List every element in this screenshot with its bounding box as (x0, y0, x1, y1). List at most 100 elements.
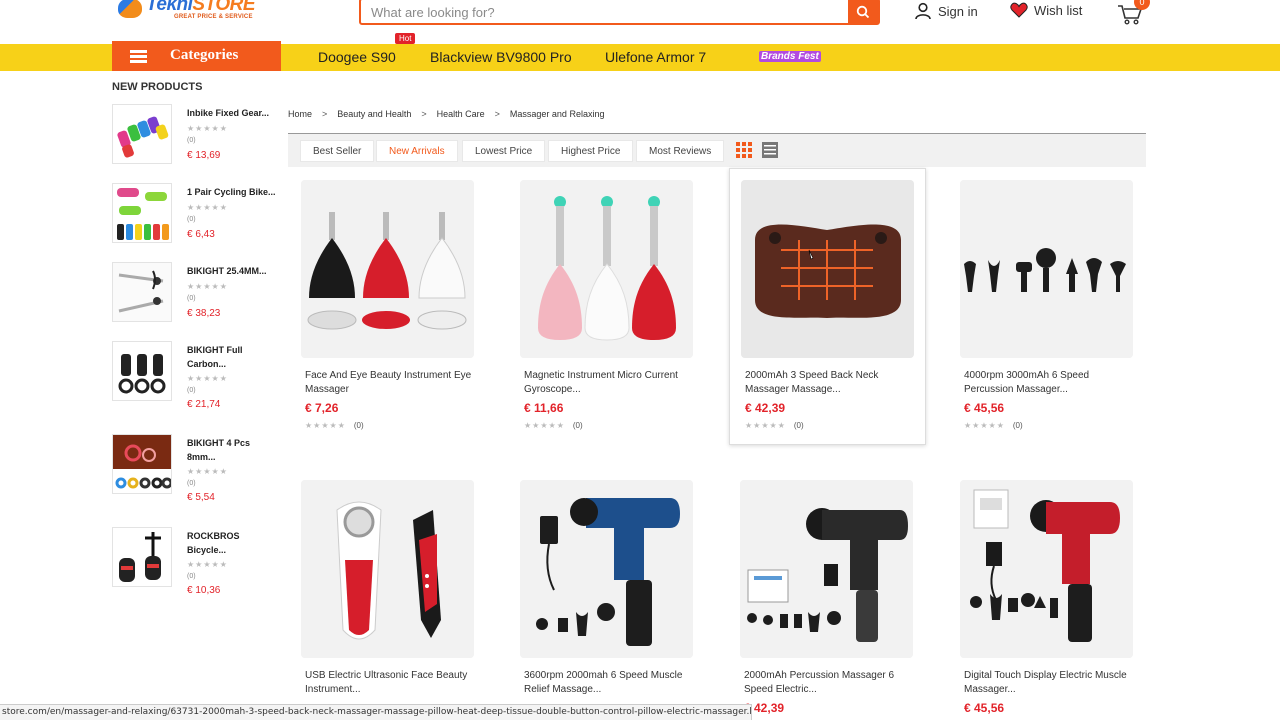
breadcrumb-massager-relaxing[interactable]: Massager and Relaxing (510, 109, 605, 119)
product-name[interactable]: 4000rpm 3000mAh 6 Speed Percussion Massa… (964, 369, 1132, 397)
product-name[interactable]: Magnetic Instrument Micro Current Gyrosc… (524, 369, 692, 397)
sidebar-product[interactable]: BIKIGHT 4 Pcs 8mm... ★★★★★ (0) € 5,54 (112, 434, 282, 503)
breadcrumb-separator: > (322, 109, 328, 119)
breadcrumb-health-care[interactable]: Health Care (437, 109, 485, 119)
product-name[interactable]: 1 Pair Cycling Bike... (187, 185, 279, 199)
review-count: (0) (1012, 421, 1023, 430)
product-card[interactable]: 4000rpm 3000mAh 6 Speed Percussion Massa… (948, 168, 1138, 438)
product-card[interactable]: USB Electric Ultrasonic Face Beauty Inst… (289, 468, 479, 704)
categories-label: Categories (170, 47, 239, 63)
review-count: (0) (187, 387, 196, 394)
sidebar-product[interactable]: ROCKBROS Bicycle... ★★★★★ (0) € 10,36 (112, 527, 282, 596)
product-name[interactable]: BIKIGHT Full Carbon... (187, 343, 279, 371)
product-price: € 42,39 (745, 401, 786, 415)
product-price: € 38,23 (187, 308, 221, 319)
product-name[interactable]: BIKIGHT 4 Pcs 8mm... (187, 436, 279, 464)
categories-button[interactable]: Categories (112, 41, 281, 71)
review-count: (0) (187, 480, 196, 487)
product-image[interactable] (301, 180, 474, 358)
wish-list-label: Wish list (1034, 2, 1083, 18)
nav-item-doogee-s90[interactable]: Doogee S90 (318, 49, 396, 65)
sort-new-arrivals[interactable]: New Arrivals (376, 140, 458, 162)
search-box (359, 0, 880, 25)
sidebar-product[interactable]: BIKIGHT Full Carbon... ★★★★★ (0) € 21,74 (112, 341, 282, 410)
sort-highest-price[interactable]: Highest Price (548, 140, 634, 162)
product-name[interactable]: ROCKBROS Bicycle... (187, 529, 279, 557)
browser-status-url: store.com/en/massager-and-relaxing/63731… (0, 704, 752, 720)
product-image[interactable] (741, 180, 914, 358)
product-name[interactable]: USB Electric Ultrasonic Face Beauty Inst… (305, 669, 473, 697)
rating-stars: ★★★★★ (187, 124, 228, 133)
sort-most-reviews[interactable]: Most Reviews (636, 140, 725, 162)
product-price: € 45,56 (964, 701, 1005, 715)
product-thumbnail[interactable] (112, 527, 172, 587)
search-input[interactable] (371, 2, 841, 22)
product-card[interactable]: 3600rpm 2000mah 6 Speed Muscle Relief Ma… (508, 468, 698, 704)
breadcrumb-separator: > (421, 109, 427, 119)
product-card[interactable]: 2000mAh Percussion Massager 6 Speed Elec… (728, 468, 918, 715)
product-name[interactable]: 2000mAh Percussion Massager 6 Speed Elec… (744, 669, 912, 697)
rating-stars: ★★★★★ (187, 560, 228, 569)
store-logo[interactable]: TekniSTORE GREAT PRICE & SERVICE (118, 0, 258, 24)
product-name[interactable]: Face And Eye Beauty Instrument Eye Massa… (305, 369, 473, 397)
cart-button[interactable]: 0 (1116, 0, 1150, 26)
product-thumbnail[interactable] (112, 183, 172, 243)
sort-lowest-price[interactable]: Lowest Price (462, 140, 546, 162)
review-count: (0) (187, 295, 196, 302)
cart-count-badge: 0 (1134, 0, 1150, 10)
breadcrumb-separator: > (494, 109, 500, 119)
product-thumbnail[interactable] (112, 341, 172, 401)
product-image[interactable] (520, 180, 693, 358)
product-rating: ★★★★★ (0) (964, 421, 1023, 430)
brands-fest-link[interactable]: Brands Fest (759, 51, 821, 62)
rating-stars: ★★★★★ (524, 421, 565, 430)
sign-in-link[interactable]: Sign in (914, 2, 978, 20)
search-button[interactable] (848, 0, 878, 23)
review-count: (0) (353, 421, 364, 430)
new-products-title: NEW PRODUCTS (112, 81, 203, 93)
rating-stars: ★★★★★ (305, 421, 346, 430)
product-price: € 45,56 (964, 401, 1005, 415)
rating-stars: ★★★★★ (187, 282, 228, 291)
product-card[interactable]: Face And Eye Beauty Instrument Eye Massa… (289, 168, 479, 438)
nav-item-blackview[interactable]: Blackview BV9800 Pro (430, 49, 572, 65)
sidebar-product[interactable]: BIKIGHT 25.4MM... ★★★★★ (0) € 38,23 (112, 262, 282, 324)
site-header: TekniSTORE GREAT PRICE & SERVICE Sign in… (0, 0, 1280, 44)
review-count: (0) (187, 216, 196, 223)
product-image[interactable] (960, 180, 1133, 358)
product-rating: ★★★★★ (0) (305, 421, 364, 430)
rating-stars: ★★★★★ (187, 467, 228, 476)
product-name[interactable]: Digital Touch Display Electric Muscle Ma… (964, 669, 1132, 697)
rating-stars: ★★★★★ (187, 374, 228, 383)
rating-stars: ★★★★★ (187, 203, 228, 212)
breadcrumb-beauty-health[interactable]: Beauty and Health (337, 109, 411, 119)
nav-item-ulefone[interactable]: Ulefone Armor 7 (605, 49, 706, 65)
product-card[interactable]: 2000mAh 3 Speed Back Neck Massager Massa… (729, 168, 926, 445)
grid-view-icon[interactable] (736, 142, 752, 158)
product-image[interactable] (520, 480, 693, 658)
product-price: € 10,36 (187, 585, 221, 596)
sidebar-product[interactable]: Inbike Fixed Gear... ★★★★★ (0) € 13,69 (112, 104, 282, 166)
list-view-icon[interactable] (762, 142, 778, 158)
product-thumbnail[interactable] (112, 434, 172, 494)
review-count: (0) (793, 421, 804, 430)
sidebar-product[interactable]: 1 Pair Cycling Bike... ★★★★★ (0) € 6,43 (112, 183, 282, 245)
product-price: € 5,54 (187, 492, 215, 503)
product-name[interactable]: BIKIGHT 25.4MM... (187, 264, 279, 278)
product-name[interactable]: 3600rpm 2000mah 6 Speed Muscle Relief Ma… (524, 669, 692, 697)
product-thumbnail[interactable] (112, 262, 172, 322)
review-count: (0) (187, 573, 196, 580)
breadcrumb: Home > Beauty and Health > Health Care >… (288, 109, 604, 119)
wish-list-link[interactable]: Wish list (1010, 2, 1082, 18)
product-image[interactable] (740, 480, 913, 658)
sign-in-label: Sign in (938, 3, 978, 19)
sort-best-seller[interactable]: Best Seller (300, 140, 375, 162)
product-name[interactable]: Inbike Fixed Gear... (187, 106, 279, 120)
product-thumbnail[interactable] (112, 104, 172, 164)
product-image[interactable] (960, 480, 1133, 658)
product-name[interactable]: 2000mAh 3 Speed Back Neck Massager Massa… (745, 369, 913, 397)
breadcrumb-home[interactable]: Home (288, 109, 312, 119)
product-card[interactable]: Magnetic Instrument Micro Current Gyrosc… (508, 168, 698, 438)
product-image[interactable] (301, 480, 474, 658)
product-card[interactable]: Digital Touch Display Electric Muscle Ma… (948, 468, 1138, 715)
